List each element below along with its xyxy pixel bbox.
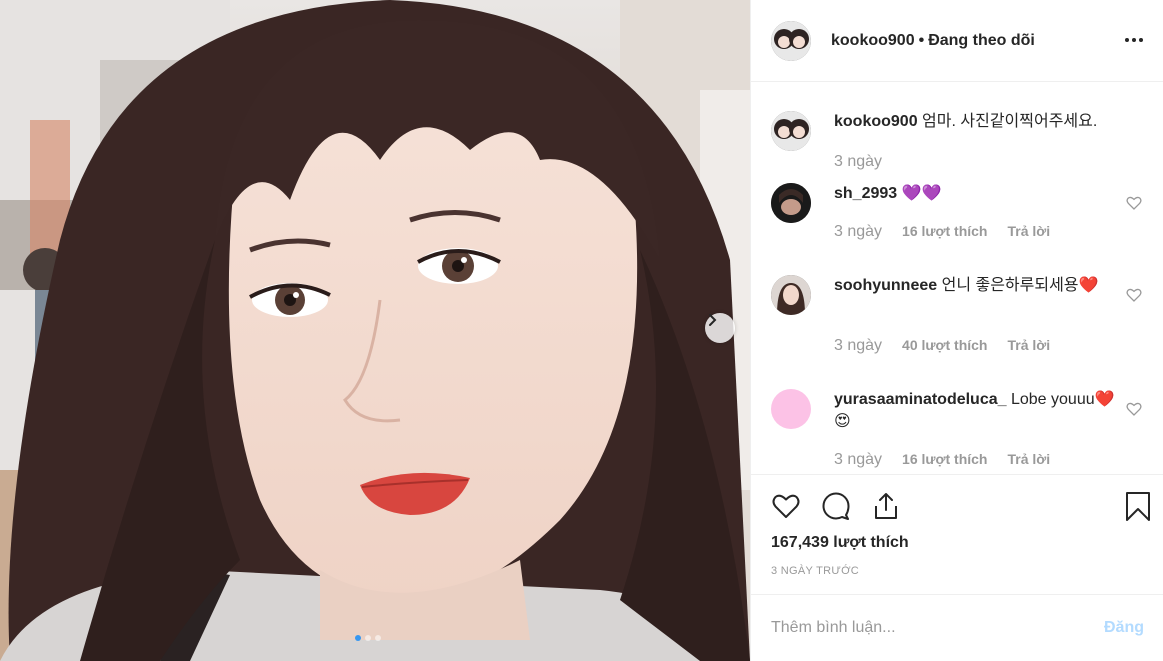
- more-options-button[interactable]: [1122, 28, 1146, 52]
- comment-likes[interactable]: 16 lượt thích: [902, 451, 987, 467]
- comment-likes[interactable]: 40 lượt thích: [902, 337, 987, 353]
- comment-body: yurasaaminatodeluca_ Lobe youuu❤️😍: [834, 389, 1124, 433]
- more-horizontal-icon: [1125, 38, 1129, 42]
- commenter-avatar-image: [771, 183, 811, 223]
- comment-icon[interactable]: [821, 491, 851, 521]
- post-header: kookoo900 • Đang theo dõi: [751, 0, 1163, 82]
- avatar[interactable]: [771, 183, 811, 223]
- comment-likes[interactable]: 16 lượt thích: [902, 223, 987, 239]
- comment-like-heart-icon[interactable]: [1126, 287, 1142, 303]
- likes-count[interactable]: 167,439 lượt thích: [771, 534, 909, 552]
- reply-button[interactable]: Trả lời: [1007, 451, 1050, 467]
- author-username[interactable]: kookoo900: [831, 32, 915, 50]
- comment-input[interactable]: [771, 619, 1104, 637]
- comment-body: sh_2993 💜💜: [834, 183, 1124, 205]
- comment-text: 💜💜: [901, 185, 942, 202]
- comment-meta: 3 ngày 16 lượt thích Trả lời: [834, 451, 1050, 469]
- post-timestamp[interactable]: 3 NGÀY TRƯỚC: [771, 565, 859, 577]
- comment-time[interactable]: 3 ngày: [834, 337, 882, 355]
- comment-username[interactable]: yurasaaminatodeluca_: [834, 391, 1007, 408]
- carousel-indicator: [355, 635, 381, 641]
- carousel-dot-2: [365, 635, 371, 641]
- more-dot: [1139, 38, 1143, 42]
- post-side-panel: kookoo900 • Đang theo dõi kookoo900 엄마. …: [750, 0, 1163, 661]
- comment-meta: 3 ngày 16 lượt thích Trả lời: [834, 223, 1050, 241]
- carousel-dot-3: [375, 635, 381, 641]
- comment-time[interactable]: 3 ngày: [834, 451, 882, 469]
- comment-body: soohyunneee 언니 좋은하루되세용❤️: [834, 275, 1124, 297]
- comment-time[interactable]: 3 ngày: [834, 223, 882, 241]
- author-avatar-image: [771, 20, 811, 61]
- comment-meta: 3 ngày: [834, 153, 882, 171]
- avatar[interactable]: [771, 389, 811, 429]
- comment-text: 엄마. 사진같이찍어주세요.: [922, 113, 1098, 130]
- comment-body: kookoo900 엄마. 사진같이찍어주세요.: [834, 111, 1124, 133]
- post-photo[interactable]: [0, 0, 750, 661]
- comments-list[interactable]: kookoo900 엄마. 사진같이찍어주세요. 3 ngày sh_2993 …: [751, 83, 1163, 473]
- comment-username[interactable]: sh_2993: [834, 185, 897, 202]
- share-icon[interactable]: [871, 491, 901, 521]
- bookmark-icon[interactable]: [1123, 491, 1153, 521]
- more-dot: [1132, 38, 1136, 42]
- follow-status-button[interactable]: Đang theo dõi: [928, 32, 1035, 50]
- header-separator: •: [918, 31, 925, 49]
- next-photo-button[interactable]: [705, 313, 735, 343]
- caption-avatar-image: [771, 111, 811, 151]
- selfie-image: [0, 0, 750, 661]
- reply-button[interactable]: Trả lời: [1007, 223, 1050, 239]
- commenter-avatar-image: [771, 275, 811, 315]
- avatar[interactable]: [771, 111, 811, 151]
- comment-like-heart-icon[interactable]: [1126, 195, 1142, 211]
- comment-time[interactable]: 3 ngày: [834, 153, 882, 171]
- post-actions: [751, 474, 1163, 534]
- author-avatar[interactable]: [771, 20, 811, 61]
- comment-username[interactable]: soohyunneee: [834, 277, 937, 294]
- comment-text: 언니 좋은하루되세용❤️: [941, 277, 1099, 294]
- post-comment-button[interactable]: Đăng: [1104, 619, 1144, 637]
- add-comment-bar: Đăng: [751, 594, 1163, 661]
- comment-meta: 3 ngày 40 lượt thích Trả lời: [834, 337, 1050, 355]
- avatar[interactable]: [771, 275, 811, 315]
- comment-username[interactable]: kookoo900: [834, 113, 918, 130]
- instagram-post-modal: kookoo900 • Đang theo dõi kookoo900 엄마. …: [0, 0, 1163, 661]
- reply-button[interactable]: Trả lời: [1007, 337, 1050, 353]
- heart-icon[interactable]: [771, 491, 801, 521]
- comment-like-heart-icon[interactable]: [1126, 401, 1142, 417]
- chevron-right-icon: [709, 314, 717, 326]
- carousel-dot-1: [355, 635, 361, 641]
